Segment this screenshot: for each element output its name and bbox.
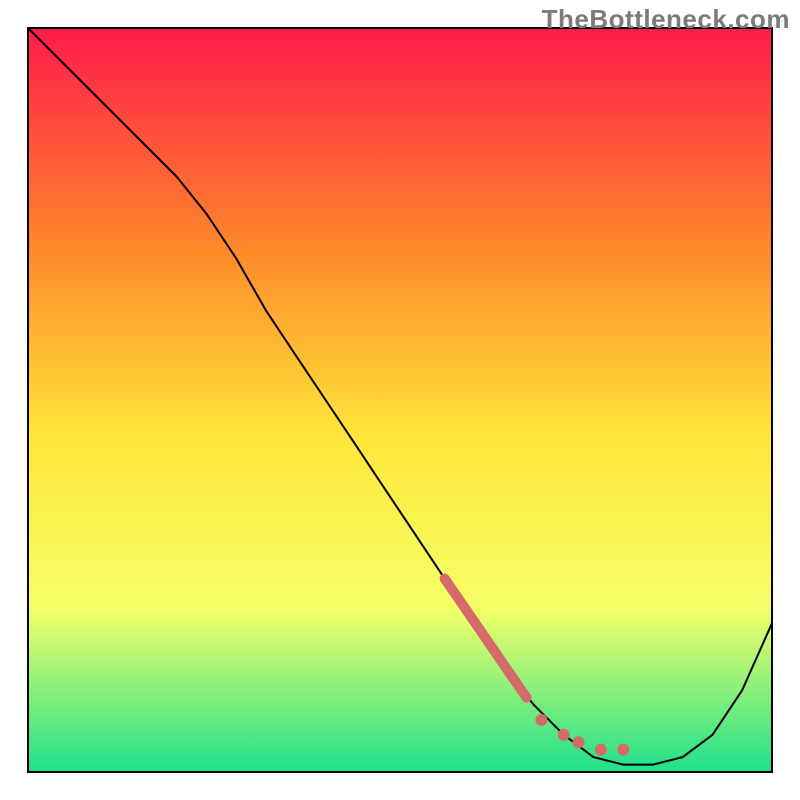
chart-container: TheBottleneck.com xyxy=(0,0,800,800)
optimal-dot xyxy=(573,736,585,748)
optimal-dot xyxy=(617,744,629,756)
chart-svg xyxy=(0,0,800,800)
watermark-text: TheBottleneck.com xyxy=(542,4,790,35)
optimal-dot xyxy=(558,729,570,741)
optimal-dot xyxy=(595,744,607,756)
optimal-dot xyxy=(535,714,547,726)
